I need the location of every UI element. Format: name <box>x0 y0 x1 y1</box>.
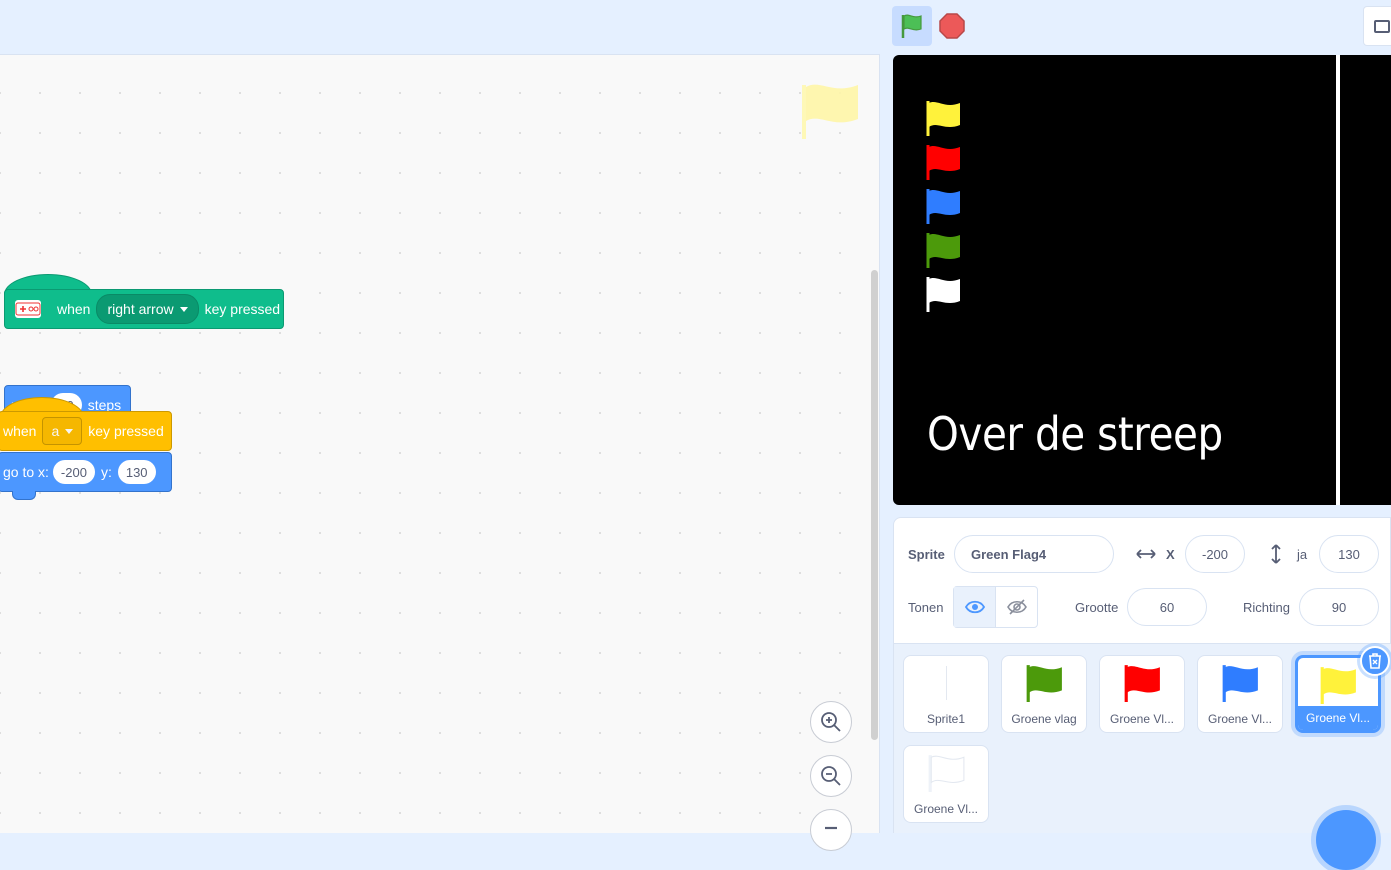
sprite-tile[interactable]: Groene Vl... <box>903 745 989 823</box>
horizontal-arrows-icon <box>1136 549 1156 559</box>
direction-input[interactable]: 90 <box>1299 588 1379 626</box>
small-stage-button[interactable] <box>1363 6 1391 46</box>
trash-icon <box>1369 653 1381 669</box>
finish-line <box>1336 55 1340 505</box>
zoom-out-icon <box>821 766 841 786</box>
sprite-tile[interactable]: Groene Vl... <box>1197 655 1283 733</box>
red-flag-sprite[interactable] <box>925 143 961 181</box>
zoom-in-button[interactable] <box>810 701 852 743</box>
top-toolbar <box>0 0 1391 54</box>
eye-icon <box>964 600 985 614</box>
stage-title-text: Over de streep <box>927 407 1223 461</box>
sprite-tile-label: Groene Vl... <box>913 802 979 816</box>
sprite-tile[interactable]: Sprite1 <box>903 655 989 733</box>
key-pressed-label: key pressed <box>204 301 281 317</box>
zoom-in-icon <box>821 712 841 732</box>
sprite-thumbnail <box>904 660 988 706</box>
sprite-tile-label: Sprite1 <box>926 712 966 726</box>
zoom-reset-button[interactable] <box>810 809 852 851</box>
empty-sprite-icon <box>945 666 947 700</box>
when-key-pressed-hat[interactable]: when a key pressed <box>0 411 172 451</box>
key-dropdown-value: a <box>51 423 60 439</box>
sprite-name-label: Sprite <box>908 547 945 562</box>
stage[interactable]: Over de streep <box>893 55 1391 505</box>
sprite-thumbnail <box>1100 660 1184 706</box>
when-label: when <box>57 301 91 317</box>
white-flag-sprite[interactable] <box>925 275 961 313</box>
sprite-tile-label: Groene Vl... <box>1109 712 1175 726</box>
key-dropdown-value: right arrow <box>107 301 174 317</box>
add-sprite-button[interactable] <box>1316 810 1376 870</box>
chevron-down-icon <box>65 428 74 434</box>
chevron-down-icon <box>179 306 188 312</box>
yellow-flag-sprite[interactable] <box>925 99 961 137</box>
show-label: Tonen <box>908 600 944 615</box>
y-label: ja <box>1297 547 1308 562</box>
y-position-input[interactable]: 130 <box>1319 535 1379 573</box>
extension-icon <box>15 300 41 318</box>
stop-button[interactable] <box>936 10 968 42</box>
vertical-arrows-icon <box>1271 544 1281 564</box>
stop-icon <box>939 13 965 39</box>
code-workspace[interactable]: when right arrow key pressed move 10 ste… <box>0 54 880 851</box>
go-to-x-label: go to x: <box>3 464 49 480</box>
sprite-info-panel: Sprite Green Flag4 X -200 ja 130 Tonen G… <box>893 517 1391 644</box>
key-pressed-label: key pressed <box>88 423 164 439</box>
go-to-xy-block[interactable]: go to x: -200 y: 130 <box>0 452 172 492</box>
size-input[interactable]: 60 <box>1127 588 1207 626</box>
green-flag-button[interactable] <box>892 6 932 46</box>
size-label: Grootte <box>1075 600 1119 615</box>
x-position-input[interactable]: -200 <box>1185 535 1245 573</box>
stage-layout-icon <box>1374 20 1390 33</box>
sprite-tile-label: Groene Vl... <box>1298 706 1378 730</box>
flag-icon <box>1320 667 1356 704</box>
sprite-tile-label: Groene vlag <box>1011 712 1077 726</box>
key-dropdown[interactable]: right arrow <box>96 294 199 324</box>
sprite-thumbnail <box>1198 660 1282 706</box>
when-label: when <box>3 423 37 439</box>
hide-sprite-button[interactable] <box>996 587 1037 627</box>
flag-icon <box>1124 665 1160 702</box>
zoom-reset-icon <box>825 826 837 830</box>
sprite-tile[interactable]: Groene Vl... <box>1099 655 1185 733</box>
eye-crossed-icon <box>1006 599 1027 615</box>
flag-icon <box>1222 665 1258 702</box>
sprite-tile[interactable]: Groene vlag <box>1001 655 1087 733</box>
direction-label: Richting <box>1243 600 1290 615</box>
sprite-tile-label: Groene Vl... <box>1207 712 1273 726</box>
x-input[interactable]: -200 <box>52 460 95 484</box>
flag-icon <box>928 755 965 792</box>
key-dropdown[interactable]: a <box>42 417 83 445</box>
when-key-pressed-extension-hat[interactable]: when right arrow key pressed <box>4 289 284 329</box>
blue-flag-sprite[interactable] <box>925 187 961 225</box>
y-label: y: <box>100 464 112 480</box>
flag-icon <box>1026 665 1062 702</box>
sprite-thumbnail <box>904 750 988 796</box>
workspace-scrollbar[interactable] <box>871 270 878 740</box>
sprite-name-input[interactable]: Green Flag4 <box>954 535 1114 573</box>
green-flag-sprite[interactable] <box>925 231 961 269</box>
x-label: X <box>1166 547 1175 562</box>
zoom-out-button[interactable] <box>810 755 852 797</box>
y-input[interactable]: 130 <box>117 460 156 484</box>
visibility-toggle <box>953 586 1038 628</box>
current-sprite-watermark <box>800 79 860 146</box>
green-flag-icon <box>901 14 922 38</box>
sprite-thumbnail <box>1002 660 1086 706</box>
show-sprite-button[interactable] <box>954 587 996 627</box>
delete-sprite-button[interactable] <box>1360 646 1390 676</box>
